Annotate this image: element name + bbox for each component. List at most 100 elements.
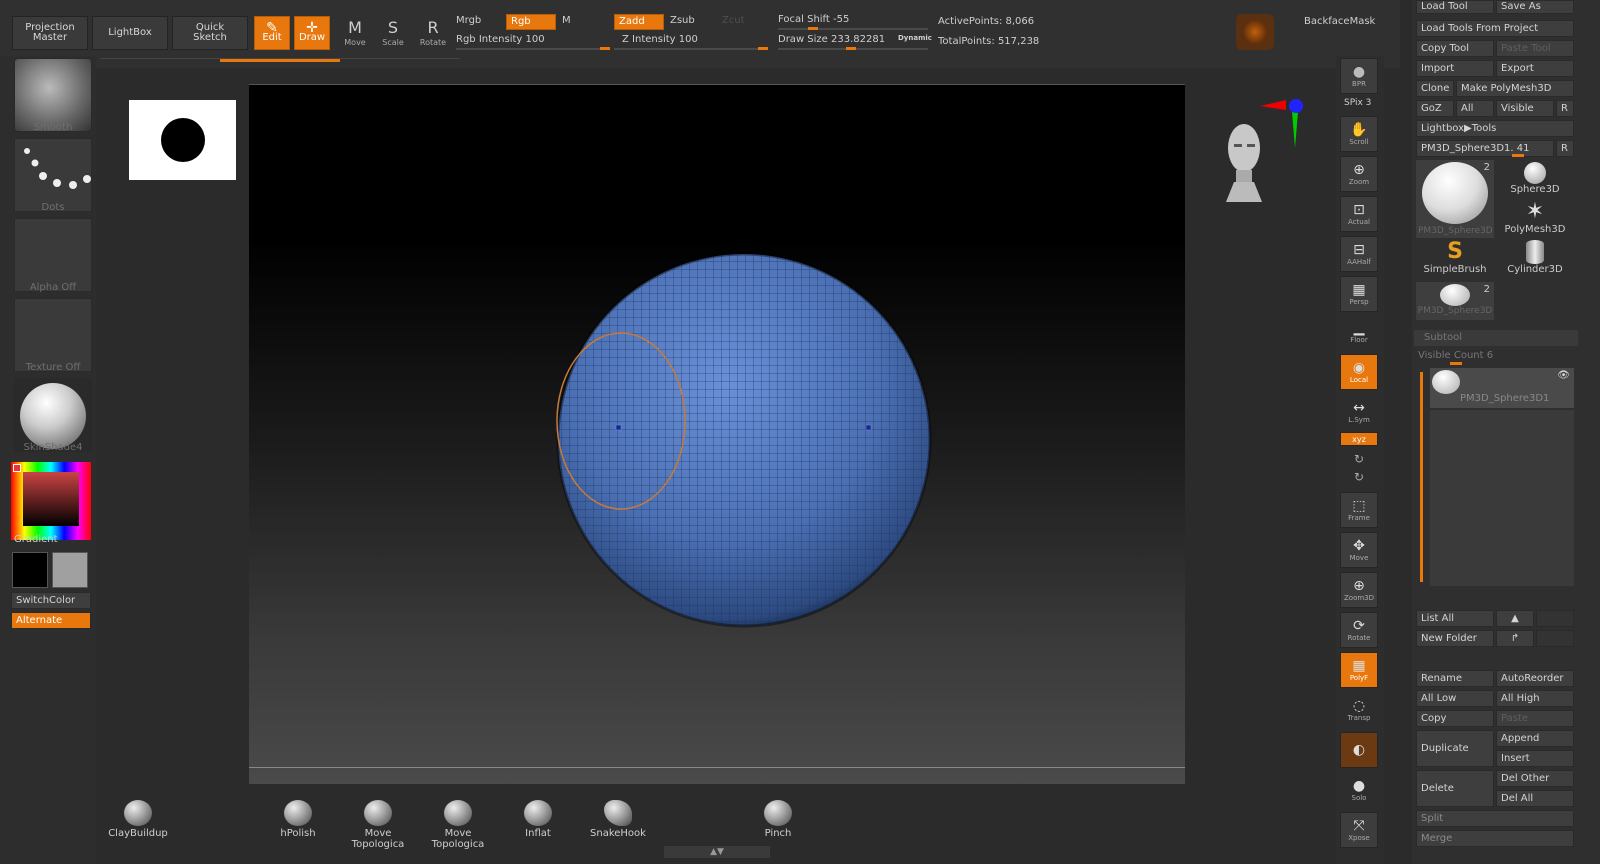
- brush-pinch[interactable]: Pinch: [738, 800, 818, 839]
- xyz-button[interactable]: xyz: [1340, 432, 1378, 446]
- copy-subtool-button[interactable]: Copy: [1416, 710, 1494, 727]
- local-button[interactable]: ◉ Local: [1340, 354, 1378, 390]
- lsym-button[interactable]: ↔ L.Sym: [1340, 394, 1378, 430]
- new-folder-button[interactable]: New Folder: [1416, 630, 1494, 647]
- lightbox-tools-button[interactable]: Lightbox▶Tools: [1416, 120, 1574, 137]
- clone-button[interactable]: Clone: [1416, 80, 1454, 97]
- zoom-button[interactable]: ⊕ Zoom: [1340, 156, 1378, 192]
- tool-thumb-simplebrush[interactable]: S SimpleBrush: [1416, 240, 1494, 280]
- load-from-project-button[interactable]: Load Tools From Project: [1416, 20, 1574, 37]
- export-button[interactable]: Export: [1496, 60, 1574, 77]
- import-button[interactable]: Import: [1416, 60, 1494, 77]
- make-polymesh-button[interactable]: Make PolyMesh3D: [1456, 80, 1574, 97]
- floor-button[interactable]: ▁ Floor: [1340, 314, 1378, 350]
- rgb-intensity-slider[interactable]: [456, 48, 610, 50]
- paste-subtool-button[interactable]: Paste: [1496, 710, 1574, 727]
- subtool-header[interactable]: Subtool: [1414, 330, 1578, 346]
- paste-tool-button[interactable]: Paste Tool: [1496, 40, 1574, 57]
- alternate-button[interactable]: Alternate: [11, 612, 91, 629]
- brush-inflat[interactable]: Inflat: [498, 800, 578, 839]
- ghost-button[interactable]: ◐: [1340, 732, 1378, 768]
- rotate-mode-button[interactable]: R Rotate: [418, 18, 448, 47]
- rotate-y-icon[interactable]: ↻: [1354, 452, 1364, 466]
- aahalf-button[interactable]: ⊟ AAHalf: [1340, 236, 1378, 272]
- sphere-mesh[interactable]: [249, 85, 1185, 785]
- frame-button[interactable]: ⬚ Frame: [1340, 492, 1378, 528]
- stroke-thumbnail[interactable]: [14, 138, 92, 212]
- move-mode-button[interactable]: M Move: [340, 18, 370, 47]
- zoom3d-button[interactable]: ⊕ Zoom3D: [1340, 572, 1378, 608]
- current-tool-r-button[interactable]: R: [1556, 140, 1574, 157]
- polyf-button[interactable]: ▦ PolyF: [1340, 652, 1378, 688]
- z-intensity-handle[interactable]: [758, 47, 768, 50]
- goz-r-button[interactable]: R: [1556, 100, 1574, 117]
- duplicate-button[interactable]: Duplicate: [1416, 730, 1494, 767]
- color-picker[interactable]: [11, 462, 91, 540]
- brush-snakehook[interactable]: SnakeHook: [578, 800, 658, 839]
- current-tool-slider[interactable]: PM3D_Sphere3D1. 41: [1416, 140, 1554, 157]
- current-tool-handle[interactable]: [1512, 154, 1524, 157]
- lightbox-button[interactable]: LightBox: [92, 16, 168, 50]
- color-square[interactable]: [23, 472, 79, 526]
- dynamic-toggle[interactable]: Dynamic: [898, 34, 932, 42]
- brush-move-topological-2[interactable]: Move Topologica: [418, 800, 498, 850]
- tool-thumb-sphere3d[interactable]: Sphere3D: [1496, 160, 1574, 200]
- save-as-button[interactable]: Save As: [1496, 0, 1574, 14]
- mrgb-toggle[interactable]: Mrgb: [456, 15, 481, 26]
- subtool-item[interactable]: 👁 PM3D_Sphere3D1: [1430, 368, 1574, 408]
- spix-label[interactable]: SPix 3: [1344, 98, 1371, 108]
- zsub-toggle[interactable]: Zsub: [670, 15, 695, 26]
- viewport-canvas[interactable]: [249, 84, 1185, 784]
- delete-button[interactable]: Delete: [1416, 770, 1494, 807]
- del-all-button[interactable]: Del All: [1496, 790, 1574, 807]
- visible-count-handle[interactable]: [1450, 362, 1462, 365]
- tool-thumb-pm3d-sphere[interactable]: 2 PM3D_Sphere3D: [1416, 160, 1494, 238]
- all-low-button[interactable]: All Low: [1416, 690, 1494, 707]
- bpr-button[interactable]: ● BPR: [1340, 58, 1378, 94]
- zadd-toggle[interactable]: Zadd: [614, 14, 664, 30]
- tool-thumb-cylinder3d[interactable]: Cylinder3D: [1496, 240, 1574, 280]
- scroll-button[interactable]: ✋ Scroll: [1340, 116, 1378, 152]
- tool-thumb-pm3d-sphere-2[interactable]: 2 PM3D_Sphere3D: [1416, 282, 1494, 320]
- move-view-button[interactable]: ✥ Move: [1340, 532, 1378, 568]
- subtool-scrollbar[interactable]: [1420, 372, 1423, 582]
- insert-button[interactable]: Insert: [1496, 750, 1574, 767]
- goz-button[interactable]: GoZ: [1416, 100, 1454, 117]
- quick-sketch-button[interactable]: Quick Sketch: [172, 16, 248, 50]
- merge-button[interactable]: Merge: [1416, 830, 1574, 847]
- zcut-toggle[interactable]: Zcut: [722, 15, 745, 26]
- brush-move-topological-1[interactable]: Move Topologica: [338, 800, 418, 850]
- rgb-intensity-handle[interactable]: [600, 47, 610, 50]
- persp-button[interactable]: ▦ Persp: [1340, 276, 1378, 312]
- m-toggle[interactable]: M: [562, 15, 571, 26]
- edit-mode-button[interactable]: ✎ Edit: [254, 16, 290, 50]
- goz-visible-button[interactable]: Visible: [1496, 100, 1554, 117]
- switch-color-button[interactable]: SwitchColor: [11, 592, 91, 609]
- move-down-button[interactable]: [1536, 610, 1574, 627]
- rgb-toggle[interactable]: Rgb: [506, 14, 556, 30]
- rotate-view-button[interactable]: ⟳ Rotate: [1340, 612, 1378, 648]
- focal-shift-slider[interactable]: [778, 28, 928, 30]
- axis-gizmo[interactable]: [1260, 96, 1310, 150]
- solo-button[interactable]: ● Solo: [1340, 772, 1378, 808]
- draw-mode-button[interactable]: ✛ Draw: [294, 16, 330, 50]
- draw-size-handle[interactable]: [846, 47, 856, 50]
- actual-button[interactable]: ⊡ Actual: [1340, 196, 1378, 232]
- load-tool-button[interactable]: Load Tool: [1416, 0, 1494, 14]
- auto-reorder-button[interactable]: AutoReorder: [1496, 670, 1574, 687]
- material-thumbnail[interactable]: [14, 378, 92, 452]
- main-color-swatch[interactable]: [12, 552, 48, 588]
- folder-action-button[interactable]: ↱: [1496, 630, 1534, 647]
- del-other-button[interactable]: Del Other: [1496, 770, 1574, 787]
- alpha-thumbnail[interactable]: [14, 218, 92, 292]
- all-high-button[interactable]: All High: [1496, 690, 1574, 707]
- copy-tool-button[interactable]: Copy Tool: [1416, 40, 1494, 57]
- xpose-button[interactable]: ⤧ Xpose: [1340, 812, 1378, 848]
- backface-mask-button[interactable]: [1236, 14, 1274, 50]
- move-up-button[interactable]: ▲: [1496, 610, 1534, 627]
- secondary-color-swatch[interactable]: [52, 552, 88, 588]
- transp-button[interactable]: ◌ Transp: [1340, 692, 1378, 728]
- bottom-tray-toggle[interactable]: ▲▼: [664, 846, 770, 858]
- rotate-z-icon[interactable]: ↻: [1354, 470, 1364, 484]
- list-all-button[interactable]: List All: [1416, 610, 1494, 627]
